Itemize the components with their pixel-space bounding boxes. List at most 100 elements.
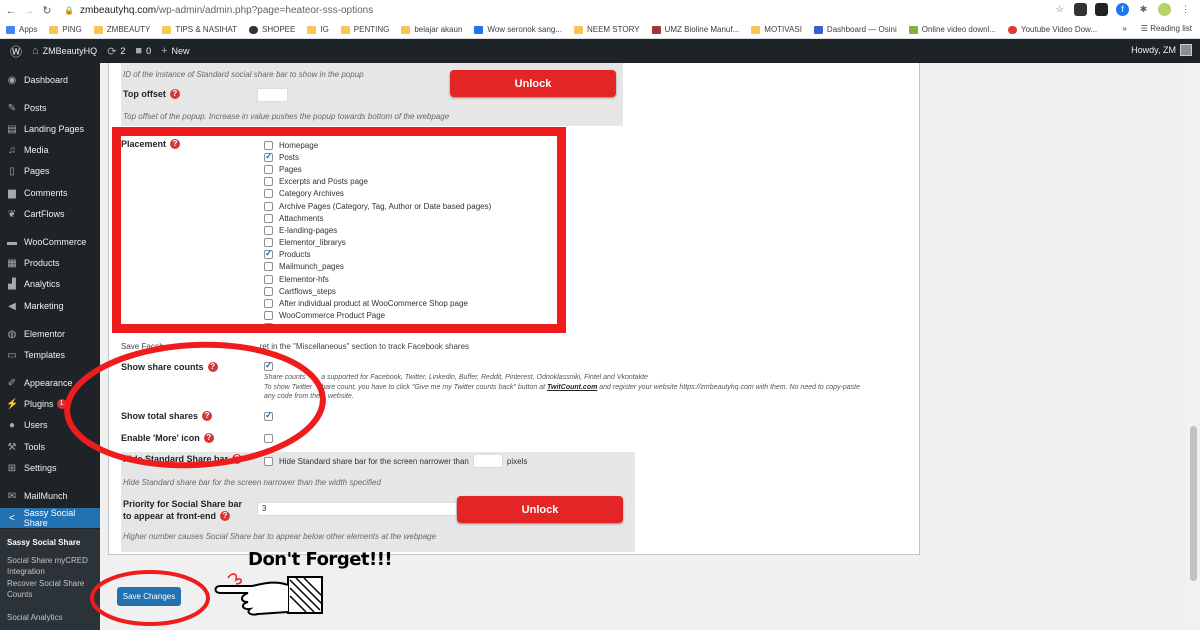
puzzle-icon[interactable]: ✱ bbox=[1137, 3, 1150, 16]
bookmark-folder[interactable]: belajar akaun bbox=[401, 25, 462, 34]
sidebar-item-label: Landing Pages bbox=[24, 124, 85, 134]
submenu-mycred-integration[interactable]: Social Share myCRED Integration bbox=[7, 555, 97, 577]
enable-more-icon-text: Enable 'More' icon bbox=[121, 433, 200, 443]
bookmark-apps[interactable]: Apps bbox=[6, 25, 37, 34]
sidebar-item-settings[interactable]: ⊞ Settings bbox=[0, 458, 100, 478]
sidebar-item-pages[interactable]: ▯ Pages bbox=[0, 161, 100, 181]
help-icon[interactable]: ? bbox=[169, 89, 180, 99]
unlock-button[interactable]: Unlock bbox=[450, 70, 616, 97]
sidebar-item-templates[interactable]: ▭ Templates bbox=[0, 345, 100, 365]
extension-icon-1[interactable] bbox=[1074, 3, 1087, 16]
page-scrollbar[interactable] bbox=[1186, 63, 1200, 630]
bookmark-link[interactable]: Wow seronok sang... bbox=[474, 25, 562, 34]
unlock-button[interactable]: Unlock bbox=[457, 496, 623, 523]
bookmark-link[interactable]: Dashboard — Osini bbox=[813, 25, 897, 34]
top-offset-input[interactable] bbox=[257, 88, 288, 102]
comment-icon: ▆ bbox=[8, 187, 16, 199]
dashboard-icon: ◉ bbox=[7, 74, 17, 86]
submenu-recover-share-counts[interactable]: Recover Social Share Counts bbox=[7, 578, 97, 600]
sidebar-item-plugins[interactable]: ⚡ Plugins 1 bbox=[0, 394, 100, 414]
sidebar-item-posts[interactable]: ✎ Posts bbox=[0, 98, 100, 118]
top-offset-label: Top offset? bbox=[123, 89, 180, 99]
help-icon[interactable]: ? bbox=[232, 454, 243, 464]
save-changes-button[interactable]: Save Changes bbox=[117, 587, 181, 606]
bookmark-folder[interactable]: TIPS & NASIHAT bbox=[162, 25, 237, 34]
show-total-shares-text: Show total shares bbox=[121, 411, 199, 421]
plus-icon: + bbox=[161, 45, 168, 57]
new-content-link[interactable]: + New bbox=[161, 45, 189, 57]
star-icon[interactable]: ☆ bbox=[1053, 3, 1066, 16]
extension-icon-2[interactable] bbox=[1095, 3, 1108, 16]
bookmark-link[interactable]: Online video downl... bbox=[908, 25, 996, 34]
bookmark-folder[interactable]: PING bbox=[49, 25, 82, 34]
sidebar-item-landing-pages[interactable]: ▤ Landing Pages bbox=[0, 119, 100, 139]
help-icon[interactable]: ? bbox=[220, 511, 231, 521]
bookmark-label: Online video downl... bbox=[921, 25, 996, 34]
show-share-counts-checkbox[interactable] bbox=[264, 360, 273, 371]
bookmark-folder[interactable]: ZMBEAUTY bbox=[93, 25, 150, 34]
bookmark-label: PENTING bbox=[353, 25, 390, 34]
bookmark-link[interactable]: UMZ Bioline Manuf... bbox=[651, 25, 739, 34]
more-bookmarks-button[interactable]: » bbox=[1122, 24, 1126, 33]
megaphone-icon: ◀ bbox=[8, 300, 16, 312]
address-bar[interactable]: zmbeautyhq.com/wp-admin/admin.php?page=h… bbox=[80, 5, 373, 16]
sidebar-item-cartflows[interactable]: ❦ CartFlows bbox=[0, 204, 100, 224]
facebook-extension-icon[interactable]: f bbox=[1116, 3, 1129, 16]
sidebar-item-elementor[interactable]: ◍ Elementor bbox=[0, 324, 100, 344]
bookmark-link[interactable]: Youtube Video Dow... bbox=[1008, 25, 1097, 34]
sidebar-item-analytics[interactable]: ▟ Analytics bbox=[0, 274, 100, 294]
back-icon[interactable]: ← bbox=[4, 5, 18, 17]
sidebar-item-products[interactable]: ▦ Products bbox=[0, 253, 100, 273]
profile-avatar-icon[interactable] bbox=[1158, 3, 1171, 16]
comments-count: 0 bbox=[146, 46, 152, 56]
sidebar-item-media[interactable]: ♫ Media bbox=[0, 140, 100, 160]
lock-icon: 🔒 bbox=[64, 6, 74, 15]
forward-icon[interactable]: → bbox=[22, 5, 36, 17]
help-icon[interactable]: ? bbox=[207, 362, 218, 372]
bookmark-label: SHOPEE bbox=[262, 25, 296, 34]
sidebar-item-label: Sassy Social Share bbox=[23, 508, 76, 528]
site-name-link[interactable]: ⌂ ZMBeautyHQ bbox=[32, 45, 97, 57]
mail-icon: ✉ bbox=[7, 490, 17, 502]
submenu-social-analytics[interactable]: Social Analytics bbox=[7, 612, 97, 623]
bookmark-folder[interactable]: SHOPEE bbox=[249, 25, 295, 34]
sidebar-item-sassy-social-share[interactable]: < Sassy Social Share bbox=[0, 508, 100, 528]
help-icon[interactable]: ? bbox=[203, 433, 214, 443]
bookmark-folder[interactable]: NEEM STORY bbox=[573, 25, 640, 34]
home-icon: ⌂ bbox=[32, 45, 39, 57]
sidebar-item-label: Settings bbox=[24, 463, 57, 473]
bookmark-label: Wow seronok sang... bbox=[487, 25, 562, 34]
bookmark-folder[interactable]: PENTING bbox=[340, 25, 390, 34]
updates-link[interactable]: ⟳ 2 bbox=[107, 45, 125, 58]
bookmark-folder[interactable]: MOTIVASI bbox=[751, 25, 802, 34]
sidebar-item-marketing[interactable]: ◀ Marketing bbox=[0, 296, 100, 316]
note-text: and register your website https://zmbeau… bbox=[597, 383, 860, 391]
menu-dots-icon[interactable]: ⋮ bbox=[1179, 3, 1192, 16]
sidebar-item-comments[interactable]: ▆ Comments bbox=[0, 183, 100, 203]
sidebar-item-mailmunch[interactable]: ✉ MailMunch bbox=[0, 486, 100, 506]
sidebar-item-dashboard[interactable]: ◉ Dashboard bbox=[0, 70, 100, 90]
wordpress-logo-icon[interactable]: Ⓦ bbox=[10, 43, 22, 60]
reload-icon[interactable]: ↻ bbox=[40, 4, 54, 17]
note-text: To show Twitter bbox=[264, 383, 315, 391]
reading-list-button[interactable]: ☰ Reading list bbox=[1141, 24, 1192, 33]
scrollbar-thumb[interactable] bbox=[1190, 426, 1197, 581]
sidebar-item-appearance[interactable]: ✐ Appearance bbox=[0, 373, 100, 393]
comments-link[interactable]: ■ 0 bbox=[135, 45, 151, 57]
comment-icon: ■ bbox=[135, 45, 143, 57]
sidebar-item-users[interactable]: ● Users bbox=[0, 415, 100, 435]
help-icon[interactable]: ? bbox=[202, 411, 213, 421]
show-total-shares-checkbox[interactable] bbox=[264, 410, 273, 421]
sidebar-item-tools[interactable]: ⚒ Tools bbox=[0, 437, 100, 457]
bookmark-folder[interactable]: IG bbox=[307, 25, 329, 34]
sidebar-item-woocommerce[interactable]: ▬ WooCommerce bbox=[0, 232, 100, 252]
priority-description: Higher number causes Social Share bar to… bbox=[123, 532, 437, 541]
hide-bar-width-input[interactable] bbox=[472, 454, 503, 468]
priority-input[interactable]: 3 bbox=[257, 502, 457, 516]
enable-more-icon-checkbox[interactable] bbox=[264, 434, 273, 443]
hide-bar-checkbox[interactable] bbox=[264, 456, 273, 466]
account-menu[interactable]: Howdy, ZM bbox=[1131, 44, 1192, 56]
twitcount-link[interactable]: TwitCount.com bbox=[547, 384, 597, 391]
submenu-sassy-social-share[interactable]: Sassy Social Share bbox=[7, 537, 97, 548]
folder-icon: ▭ bbox=[7, 349, 17, 361]
